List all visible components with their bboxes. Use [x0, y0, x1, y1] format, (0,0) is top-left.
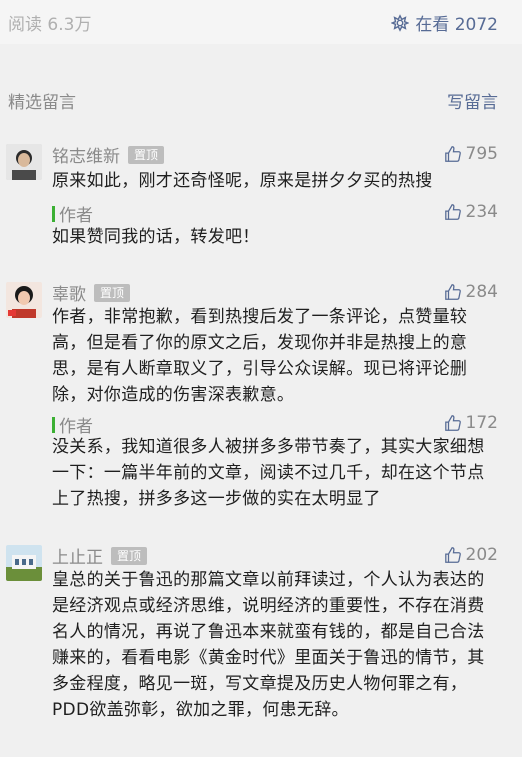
reply-like-count: 234: [465, 202, 498, 222]
like-count: 202: [465, 545, 498, 565]
read-count: 阅读 6.3万: [8, 15, 92, 35]
reply-text: 如果赞同我的话，转发吧！: [52, 227, 260, 247]
comment-text: 皇总的关于鲁迅的那篇文章以前拜读过，个人认为表达的是经济观点或经济思维，说明经济…: [52, 570, 485, 720]
thumbs-up-icon: [444, 284, 461, 300]
reply-text: 没关系，我知道很多人被拼多多带节奏了，其实大家细想一下：一篇半年前的文章，阅读不…: [52, 437, 485, 509]
pinned-badge: 置顶: [128, 145, 165, 164]
stats-bar: 阅读 6.3万 在看 2072: [0, 0, 522, 44]
like-button[interactable]: 795: [444, 144, 498, 164]
looking-button[interactable]: 在看 2072: [391, 10, 498, 35]
author-bar: [52, 205, 55, 222]
avatar[interactable]: [6, 545, 42, 581]
like-button[interactable]: 284: [444, 282, 498, 302]
commenter-name[interactable]: 辜歌: [52, 280, 86, 305]
reply-like-count: 172: [465, 413, 498, 433]
looking-label: 在看 2072: [415, 15, 498, 35]
author-reply-tag: 作者: [52, 201, 93, 226]
avatar[interactable]: [6, 282, 42, 318]
reply-like-button[interactable]: 172: [444, 413, 498, 433]
pinned-badge: 置顶: [94, 283, 131, 302]
thumbs-up-icon: [444, 415, 461, 431]
like-count: 795: [465, 144, 498, 164]
comment-text: 原来如此，刚才还奇怪呢，原来是拼夕夕买的热搜: [52, 171, 433, 191]
reply-like-button[interactable]: 234: [444, 202, 498, 222]
comments-header: 精选留言 写留言: [0, 86, 522, 114]
thumbs-up-icon: [444, 547, 461, 563]
write-comment-link[interactable]: 写留言: [447, 88, 498, 113]
like-button[interactable]: 202: [444, 545, 498, 565]
flower-icon: [391, 13, 410, 32]
pinned-badge: 置顶: [111, 546, 148, 565]
comment-text: 作者，非常抱歉，看到热搜后发了一条评论，点赞量较高，但是看了你的原文之后，发现你…: [52, 307, 468, 405]
avatar[interactable]: [6, 144, 42, 180]
author-bar: [52, 416, 55, 433]
thumbs-up-icon: [444, 146, 461, 162]
section-title: 精选留言: [8, 93, 76, 113]
like-count: 284: [465, 282, 498, 302]
commenter-name[interactable]: 铭志维新: [52, 142, 120, 167]
commenter-name[interactable]: 上止正: [52, 543, 103, 568]
thumbs-up-icon: [444, 204, 461, 220]
author-label: 作者: [59, 206, 93, 226]
